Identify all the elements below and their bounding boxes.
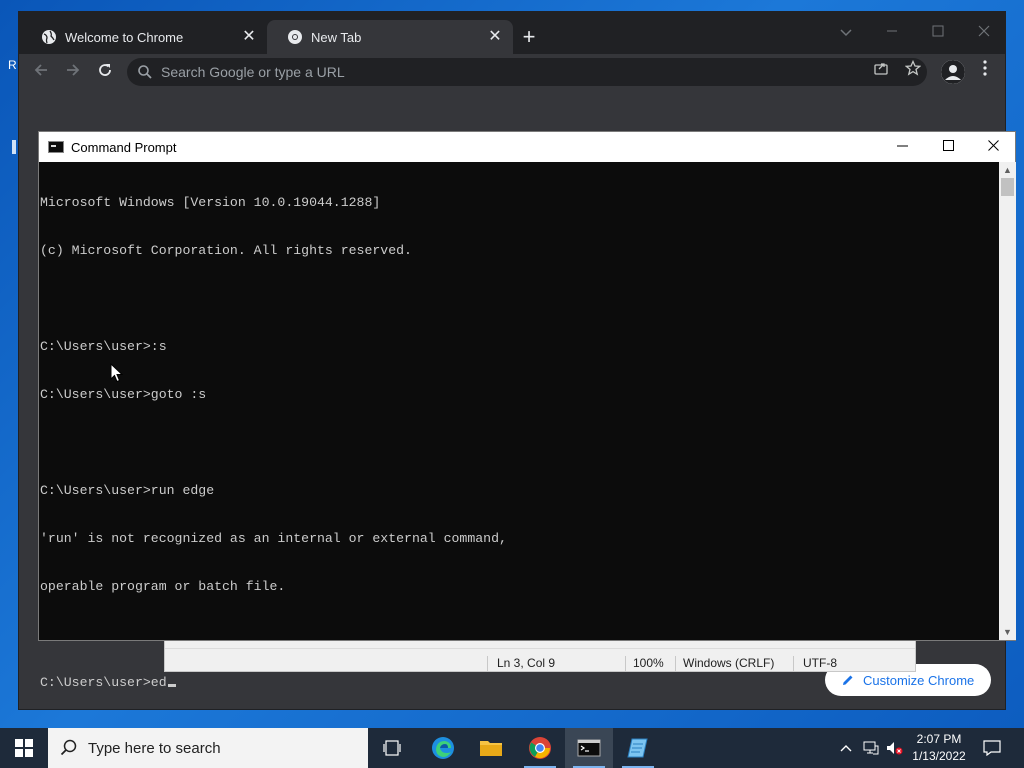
- omnibox-placeholder: Search Google or type a URL: [161, 64, 345, 80]
- chrome-globe-icon: [41, 29, 57, 45]
- new-tab-button[interactable]: +: [517, 26, 541, 50]
- search-icon: [138, 65, 152, 79]
- reload-icon[interactable]: [93, 60, 117, 84]
- cmd-icon: [577, 739, 601, 757]
- notifications-icon[interactable]: [980, 728, 1004, 768]
- task-view-button[interactable]: [368, 728, 416, 768]
- profile-avatar-icon[interactable]: [941, 60, 965, 84]
- command-prompt-window: Command Prompt Microsoft Windows [Versio…: [38, 131, 1016, 690]
- taskbar-search-input[interactable]: Type here to search: [48, 728, 368, 768]
- console-line: C:\Users\user>goto :s: [40, 387, 207, 402]
- mouse-pointer-icon: [110, 363, 124, 383]
- tab-new-tab[interactable]: New Tab ✕: [267, 20, 513, 54]
- chrome-toolbar: Search Google or type a URL: [19, 54, 1005, 90]
- cmd-close-icon[interactable]: [970, 132, 1016, 162]
- edge-icon: [432, 737, 454, 759]
- notepad-icon: [627, 738, 648, 758]
- show-hidden-icons-chevron-icon[interactable]: [836, 728, 856, 768]
- console-input-line[interactable]: C:\Users\user>ed: [40, 675, 999, 691]
- cmd-console-output[interactable]: Microsoft Windows [Version 10.0.19044.12…: [39, 162, 999, 690]
- tab-close-icon[interactable]: ✕: [487, 29, 503, 45]
- omnibox-input[interactable]: Search Google or type a URL: [127, 58, 927, 86]
- tab-close-icon[interactable]: ✕: [241, 29, 257, 45]
- tab-welcome-to-chrome[interactable]: Welcome to Chrome ✕: [21, 20, 267, 54]
- search-icon: [60, 739, 77, 756]
- taskbar-cmd-app[interactable]: [565, 728, 613, 768]
- volume-muted-icon[interactable]: [884, 728, 906, 768]
- console-line: (c) Microsoft Corporation. All rights re…: [40, 243, 412, 258]
- text-cursor: [167, 684, 176, 687]
- taskbar-search-placeholder: Type here to search: [88, 739, 221, 757]
- tab-label: Welcome to Chrome: [65, 29, 184, 45]
- console-current-input: C:\Users\user>ed: [40, 675, 167, 690]
- desktop-icon-label-peek: R: [8, 58, 17, 72]
- chrome-close-icon[interactable]: [961, 18, 1007, 46]
- tab-label: New Tab: [311, 29, 362, 45]
- console-line: 'run' is not recognized as an internal o…: [40, 531, 507, 546]
- network-icon[interactable]: [860, 728, 882, 768]
- chrome-minimize-icon[interactable]: [869, 18, 915, 46]
- chrome-logo-icon: [529, 737, 551, 759]
- tab-search-chevron-icon[interactable]: [823, 18, 869, 46]
- cmd-window-title: Command Prompt: [71, 139, 177, 155]
- taskbar-notepad-app[interactable]: [614, 728, 662, 768]
- desktop-icon-peek: [12, 140, 16, 154]
- clock-time: 2:07 PM: [916, 732, 962, 746]
- taskbar-file-explorer-app[interactable]: [467, 728, 515, 768]
- start-button[interactable]: [0, 728, 48, 768]
- chrome-tab-strip: Welcome to Chrome ✕ New Tab ✕ +: [19, 12, 1005, 54]
- scroll-thumb[interactable]: [1001, 178, 1014, 196]
- console-line: operable program or batch file.: [40, 579, 286, 594]
- back-arrow-icon[interactable]: [29, 60, 53, 84]
- system-clock[interactable]: 2:07 PM 1/13/2022: [908, 731, 970, 765]
- windows-taskbar: Type here to search 2:07 PM 1/13/2022: [0, 728, 1024, 768]
- scroll-down-arrow-icon[interactable]: ▼: [999, 624, 1016, 640]
- scroll-up-arrow-icon[interactable]: ▲: [999, 162, 1016, 178]
- taskbar-chrome-app[interactable]: [516, 728, 564, 768]
- folder-icon: [480, 741, 502, 756]
- console-line: C:\Users\user>run edge: [40, 483, 215, 498]
- chrome-menu-kebab-icon[interactable]: [973, 60, 997, 84]
- task-view-icon: [383, 740, 401, 756]
- bookmark-star-icon[interactable]: [901, 59, 925, 84]
- windows-logo-icon: [15, 739, 33, 757]
- cmd-minimize-icon[interactable]: [879, 132, 925, 162]
- chrome-logo-icon: [287, 29, 303, 45]
- share-icon[interactable]: [869, 60, 893, 84]
- cmd-maximize-icon[interactable]: [925, 132, 971, 162]
- cmd-vertical-scrollbar[interactable]: ▲ ▼: [999, 162, 1016, 640]
- console-line: C:\Users\user>:s: [40, 339, 167, 354]
- chrome-maximize-icon[interactable]: [915, 18, 961, 46]
- console-line: Microsoft Windows [Version 10.0.19044.12…: [40, 195, 381, 210]
- taskbar-edge-app[interactable]: [419, 728, 467, 768]
- cmd-title-bar[interactable]: Command Prompt: [39, 132, 1015, 162]
- forward-arrow-icon[interactable]: [61, 60, 85, 84]
- cmd-app-icon: [48, 141, 64, 153]
- clock-date: 1/13/2022: [912, 749, 966, 763]
